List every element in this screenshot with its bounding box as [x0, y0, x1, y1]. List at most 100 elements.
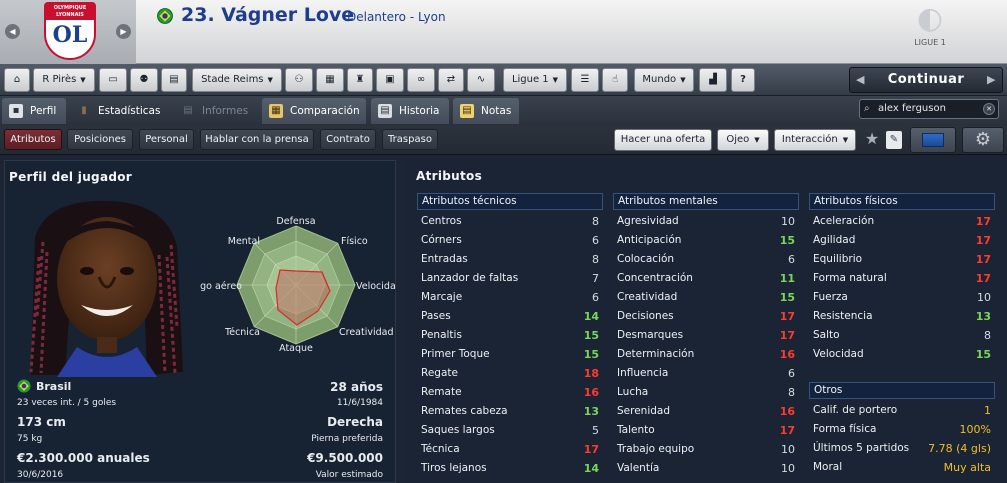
club-dropdown[interactable]: Stade Reims ▼: [192, 68, 282, 92]
mental-attribute-name[interactable]: Lucha: [617, 386, 648, 398]
tab-notas[interactable]: ▤ Notas: [453, 98, 519, 124]
technical-attribute-name[interactable]: Entradas: [421, 253, 468, 265]
radar-label-tecnica: Técnica: [224, 327, 260, 338]
subtab-posiciones[interactable]: Posiciones: [67, 129, 133, 150]
transfers-button[interactable]: ⇄: [438, 68, 464, 92]
continue-button[interactable]: ◀ Continuar ▶: [849, 67, 1003, 93]
scouting-button[interactable]: ∞: [407, 68, 435, 92]
mental-attribute-name[interactable]: Anticipación: [617, 234, 681, 246]
main-toolbar: ⌂ R Pirès ▼ ▭ ⚉ ▤ Stade Reims ▼ ⚇ ▦ ♜ ▣ ∞ …: [0, 64, 1007, 96]
tactics-button[interactable]: ▦: [316, 68, 344, 92]
mental-attribute-name[interactable]: Trabajo equipo: [617, 443, 694, 455]
hand-button[interactable]: ☝: [602, 68, 628, 92]
physical-attribute-name[interactable]: Equilibrio: [813, 253, 862, 265]
note-add-icon[interactable]: ✎: [886, 131, 902, 149]
search-value: alex ferguson: [878, 103, 946, 114]
squad-button[interactable]: ⚇: [285, 68, 313, 92]
physical-attribute-name[interactable]: Resistencia: [813, 310, 873, 322]
tab-comparacion[interactable]: ▦ Comparación: [262, 98, 366, 124]
previous-player-button[interactable]: ◀: [5, 24, 20, 39]
mental-attribute-name[interactable]: Colocación: [617, 253, 674, 265]
manager-dropdown[interactable]: R Pirès ▼: [33, 68, 95, 92]
scout-dropdown[interactable]: Ojeo ▼: [717, 129, 769, 151]
club-crest[interactable]: OLYMPIQUE LYONNAIS OL: [44, 2, 96, 60]
physical-attribute-name[interactable]: Agilidad: [813, 234, 855, 246]
player-photo: [17, 197, 195, 377]
schedule-button[interactable]: ▣: [376, 68, 404, 92]
physical-attribute-name[interactable]: Aceleración: [813, 215, 874, 227]
home-button[interactable]: ⌂: [4, 68, 30, 92]
other-attribute-name[interactable]: Últimos 5 partidos: [813, 442, 909, 454]
other-attribute-name[interactable]: Forma física: [813, 423, 876, 435]
mental-attribute-name[interactable]: Desmarques: [617, 329, 683, 341]
technical-attribute-name[interactable]: Tiros lejanos: [421, 462, 487, 474]
settings-gear-icon[interactable]: ⚙: [962, 127, 1004, 153]
table-button[interactable]: ☰: [571, 68, 599, 92]
clear-search-icon[interactable]: ✕: [983, 103, 995, 115]
physical-attribute-name[interactable]: Salto: [813, 329, 840, 341]
tab-historia[interactable]: ▤ Historia: [371, 98, 449, 124]
subtab-personal[interactable]: Personal: [139, 129, 194, 150]
mental-attribute-name[interactable]: Influencia: [617, 367, 668, 379]
search-input[interactable]: ⌕ alex ferguson ✕: [859, 99, 999, 119]
physical-attribute-name[interactable]: Fuerza: [813, 291, 848, 303]
subtab-traspaso[interactable]: Traspaso: [382, 129, 438, 150]
technical-attribute-name[interactable]: Técnica: [421, 443, 460, 455]
tab-estadisticas[interactable]: ▮ Estadísticas: [70, 98, 168, 124]
technical-attribute-name[interactable]: Centros: [421, 215, 462, 227]
physical-attribute-name[interactable]: Forma natural: [813, 272, 887, 284]
star-icon[interactable]: ★: [862, 128, 882, 150]
nationality[interactable]: Brasil: [36, 380, 71, 393]
continue-label: Continuar: [887, 72, 965, 87]
subtab-atributos[interactable]: Atributos: [4, 129, 62, 150]
player-position-club[interactable]: Delantero - Lyon: [347, 10, 446, 24]
transport-button[interactable]: ▭: [99, 68, 127, 92]
mental-attribute-name[interactable]: Creatividad: [617, 291, 677, 303]
world-dropdown[interactable]: Mundo ▼: [634, 68, 694, 92]
next-player-button[interactable]: ▶: [116, 24, 131, 39]
international-caps: 23 veces int. / 5 goles: [17, 398, 117, 408]
tab-perfil[interactable]: ▪ Perfil: [2, 98, 66, 124]
league-dropdown[interactable]: Ligue 1 ▼: [503, 68, 567, 92]
mental-attribute-name[interactable]: Talento: [617, 424, 655, 436]
subtab-hablar-prensa[interactable]: Hablar con la prensa: [200, 129, 314, 150]
technical-attribute-name[interactable]: Primer Toque: [421, 348, 490, 360]
league-logo: ◐ LIGUE 1: [893, 0, 967, 64]
mental-attribute-name[interactable]: Serenidad: [617, 405, 670, 417]
other-attributes-header: Otros: [809, 382, 995, 399]
staff-button[interactable]: ⚉: [130, 68, 158, 92]
technical-attribute-name[interactable]: Córners: [421, 234, 462, 246]
hand-icon: ☝: [611, 74, 619, 85]
technical-attribute-name[interactable]: Remate: [421, 386, 462, 398]
interaction-label: Interacción: [781, 134, 838, 145]
player-height: 173 cm: [17, 415, 66, 429]
inbox-button[interactable]: ▤: [161, 68, 187, 92]
mental-attribute-name[interactable]: Valentía: [617, 462, 659, 474]
physical-attribute-name[interactable]: Velocidad: [813, 348, 864, 360]
podium-button[interactable]: ▟: [699, 68, 727, 92]
mental-attribute-name[interactable]: Concentración: [617, 272, 693, 284]
club-panel: ◀ OLYMPIQUE LYONNAIS OL ▶: [0, 0, 136, 64]
make-offer-button[interactable]: Hacer una oferta: [614, 129, 712, 151]
technical-attribute-name[interactable]: Remates cabeza: [421, 405, 508, 417]
mental-attribute-name[interactable]: Determinación: [617, 348, 694, 360]
mental-attribute-name[interactable]: Decisiones: [617, 310, 674, 322]
display-toggle-button[interactable]: [910, 127, 956, 153]
technical-attribute-name[interactable]: Regate: [421, 367, 458, 379]
tab-informes[interactable]: ▤ Informes: [174, 98, 258, 124]
mental-attribute-name[interactable]: Agresividad: [617, 215, 679, 227]
technical-attribute-name[interactable]: Lanzador de faltas: [421, 272, 518, 284]
interaction-dropdown[interactable]: Interacción ▼: [774, 129, 856, 151]
help-button[interactable]: ?: [731, 68, 755, 92]
league-logo-text: LIGUE 1: [914, 38, 946, 47]
other-attribute-name[interactable]: Moral: [813, 461, 842, 473]
brazil-flag-icon: [157, 8, 173, 24]
other-attribute-name[interactable]: Calif. de portero: [813, 404, 897, 416]
subtab-contrato[interactable]: Contrato: [320, 129, 376, 150]
technical-attribute-name[interactable]: Pases: [421, 310, 451, 322]
technical-attribute-name[interactable]: Marcaje: [421, 291, 462, 303]
training-button[interactable]: ♜: [347, 68, 373, 92]
technical-attribute-name[interactable]: Saques largos: [421, 424, 495, 436]
finances-button[interactable]: ∿: [467, 68, 495, 92]
technical-attribute-name[interactable]: Penaltis: [421, 329, 462, 341]
